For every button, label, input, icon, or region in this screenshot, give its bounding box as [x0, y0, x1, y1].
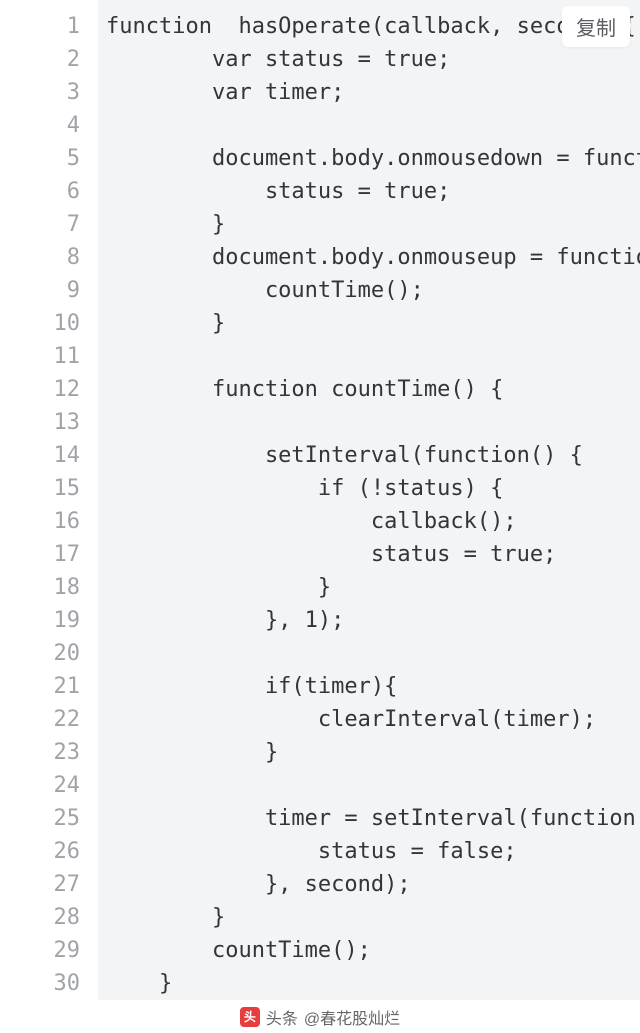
code-line: function countTime() {: [98, 373, 640, 406]
line-number: 22: [0, 703, 98, 736]
line-number: 17: [0, 538, 98, 571]
line-number: 2: [0, 43, 98, 76]
line-number: 5: [0, 142, 98, 175]
code-line: [98, 340, 640, 373]
footer-source: 头条: [266, 1005, 298, 1029]
toutiao-logo-icon: 头: [240, 1007, 260, 1027]
line-number: 3: [0, 76, 98, 109]
line-number: 12: [0, 373, 98, 406]
code-line: clearInterval(timer);: [98, 703, 640, 736]
code-line: setInterval(function() {: [98, 439, 640, 472]
code-line: }: [98, 571, 640, 604]
code-line: }: [98, 736, 640, 769]
line-number: 10: [0, 307, 98, 340]
line-number: 16: [0, 505, 98, 538]
code-line: var status = true;: [98, 43, 640, 76]
line-number: 21: [0, 670, 98, 703]
line-number: 13: [0, 406, 98, 439]
code-line: timer = setInterval(function() {: [98, 802, 640, 835]
code-line: document.body.onmouseup = function() {: [98, 241, 640, 274]
code-line: }: [98, 967, 640, 1000]
line-number: 25: [0, 802, 98, 835]
code-line: var timer;: [98, 76, 640, 109]
code-line: countTime();: [98, 274, 640, 307]
copy-button[interactable]: 复制: [562, 6, 630, 47]
code-line: }: [98, 901, 640, 934]
line-number: 27: [0, 868, 98, 901]
line-number: 11: [0, 340, 98, 373]
code-line: [98, 637, 640, 670]
code-line: status = true;: [98, 175, 640, 208]
line-number: 28: [0, 901, 98, 934]
code-line: }, 1);: [98, 604, 640, 637]
footer-attribution: 头 头条 @春花股灿烂: [0, 1000, 640, 1033]
line-number: 15: [0, 472, 98, 505]
line-number: 26: [0, 835, 98, 868]
code-line: }: [98, 208, 640, 241]
code-line: document.body.onmousedown = function() {: [98, 142, 640, 175]
code-line: }, second);: [98, 868, 640, 901]
line-number: 29: [0, 934, 98, 967]
code-line: status = false;: [98, 835, 640, 868]
code-block: 1234567891011121314151617181920212223242…: [0, 0, 640, 1000]
code-line: status = true;: [98, 538, 640, 571]
code-line: if(timer){: [98, 670, 640, 703]
line-number: 18: [0, 571, 98, 604]
code-line: [98, 406, 640, 439]
line-number-gutter: 1234567891011121314151617181920212223242…: [0, 0, 98, 1000]
line-number: 6: [0, 175, 98, 208]
line-number: 24: [0, 769, 98, 802]
line-number: 8: [0, 241, 98, 274]
code-line: [98, 769, 640, 802]
code-line: if (!status) {: [98, 472, 640, 505]
footer-author: @春花股灿烂: [304, 1005, 400, 1029]
line-number: 23: [0, 736, 98, 769]
line-number: 20: [0, 637, 98, 670]
line-number: 1: [0, 10, 98, 43]
line-number: 4: [0, 109, 98, 142]
line-number: 7: [0, 208, 98, 241]
code-line: countTime();: [98, 934, 640, 967]
line-number: 14: [0, 439, 98, 472]
line-number: 19: [0, 604, 98, 637]
line-number: 9: [0, 274, 98, 307]
code-line: function hasOperate(callback, second) {: [98, 10, 640, 43]
code-line: [98, 109, 640, 142]
code-line: }: [98, 307, 640, 340]
line-number: 30: [0, 967, 98, 1000]
code-line: callback();: [98, 505, 640, 538]
code-area[interactable]: function hasOperate(callback, second) { …: [98, 0, 640, 1000]
